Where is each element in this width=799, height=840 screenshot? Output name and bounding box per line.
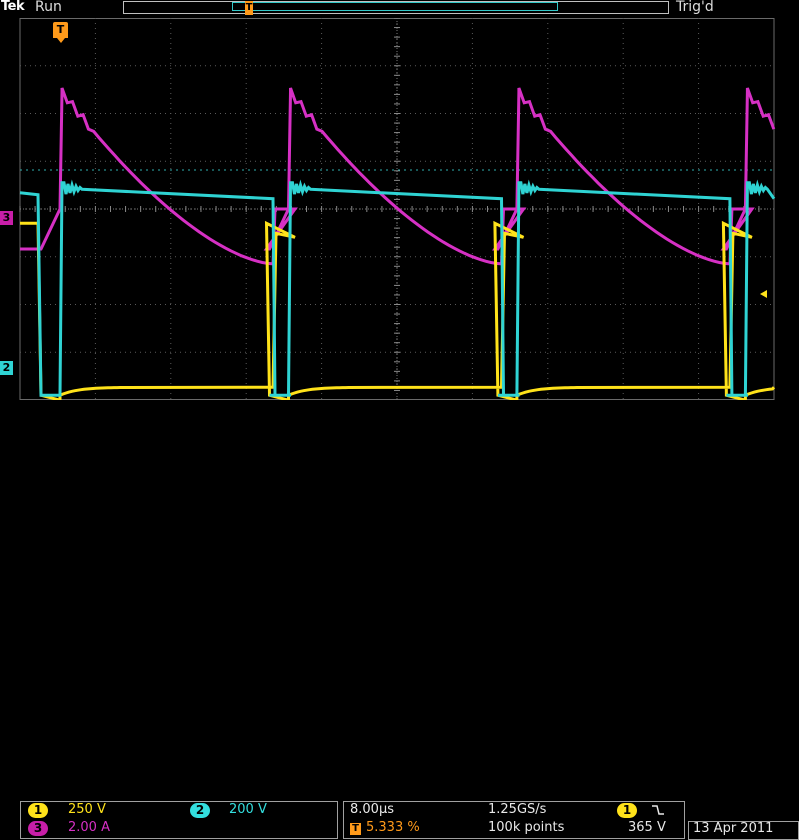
trigger-position-value: 5.333 % <box>366 820 420 835</box>
ch2-badge[interactable]: 2 <box>190 803 210 818</box>
sample-rate: 1.25GS/s <box>488 802 547 817</box>
ch1-badge[interactable]: 1 <box>28 803 48 818</box>
ch3-scale: 2.00 A <box>68 820 110 835</box>
date-label: 13 Apr 2011 <box>693 821 774 836</box>
trigger-position-marker[interactable]: T <box>53 22 68 43</box>
record-view-window <box>232 2 558 11</box>
status-bar: Tek Run T Trig'd <box>0 0 799 18</box>
readout-bar: 1 250 V 2 200 V 3 2.00 A 8.00µs 1.25GS/s… <box>0 400 799 840</box>
trigger-state: Trig'd <box>676 0 714 15</box>
brand-label: Tek <box>1 0 25 14</box>
ch3-badge[interactable]: 3 <box>28 821 48 836</box>
ch3-ground-marker[interactable]: 3 <box>0 211 13 225</box>
ch2-ground-marker[interactable]: 2 <box>0 361 13 375</box>
ch1-scale: 250 V <box>68 802 106 817</box>
record-length: 100k points <box>488 820 565 835</box>
horizontal-scale: 8.00µs <box>350 802 394 817</box>
falling-edge-icon <box>652 805 664 815</box>
trigger-position-mini-marker: T <box>245 1 253 15</box>
ch2-scale: 200 V <box>229 802 267 817</box>
trigger-level-marker[interactable] <box>760 290 767 298</box>
waveform-display <box>19 18 776 400</box>
trigger-position-icon: T <box>350 823 361 835</box>
trigger-source-badge[interactable]: 1 <box>617 803 637 818</box>
trigger-level: 365 V <box>628 820 666 835</box>
acquisition-state: Run <box>35 0 62 15</box>
